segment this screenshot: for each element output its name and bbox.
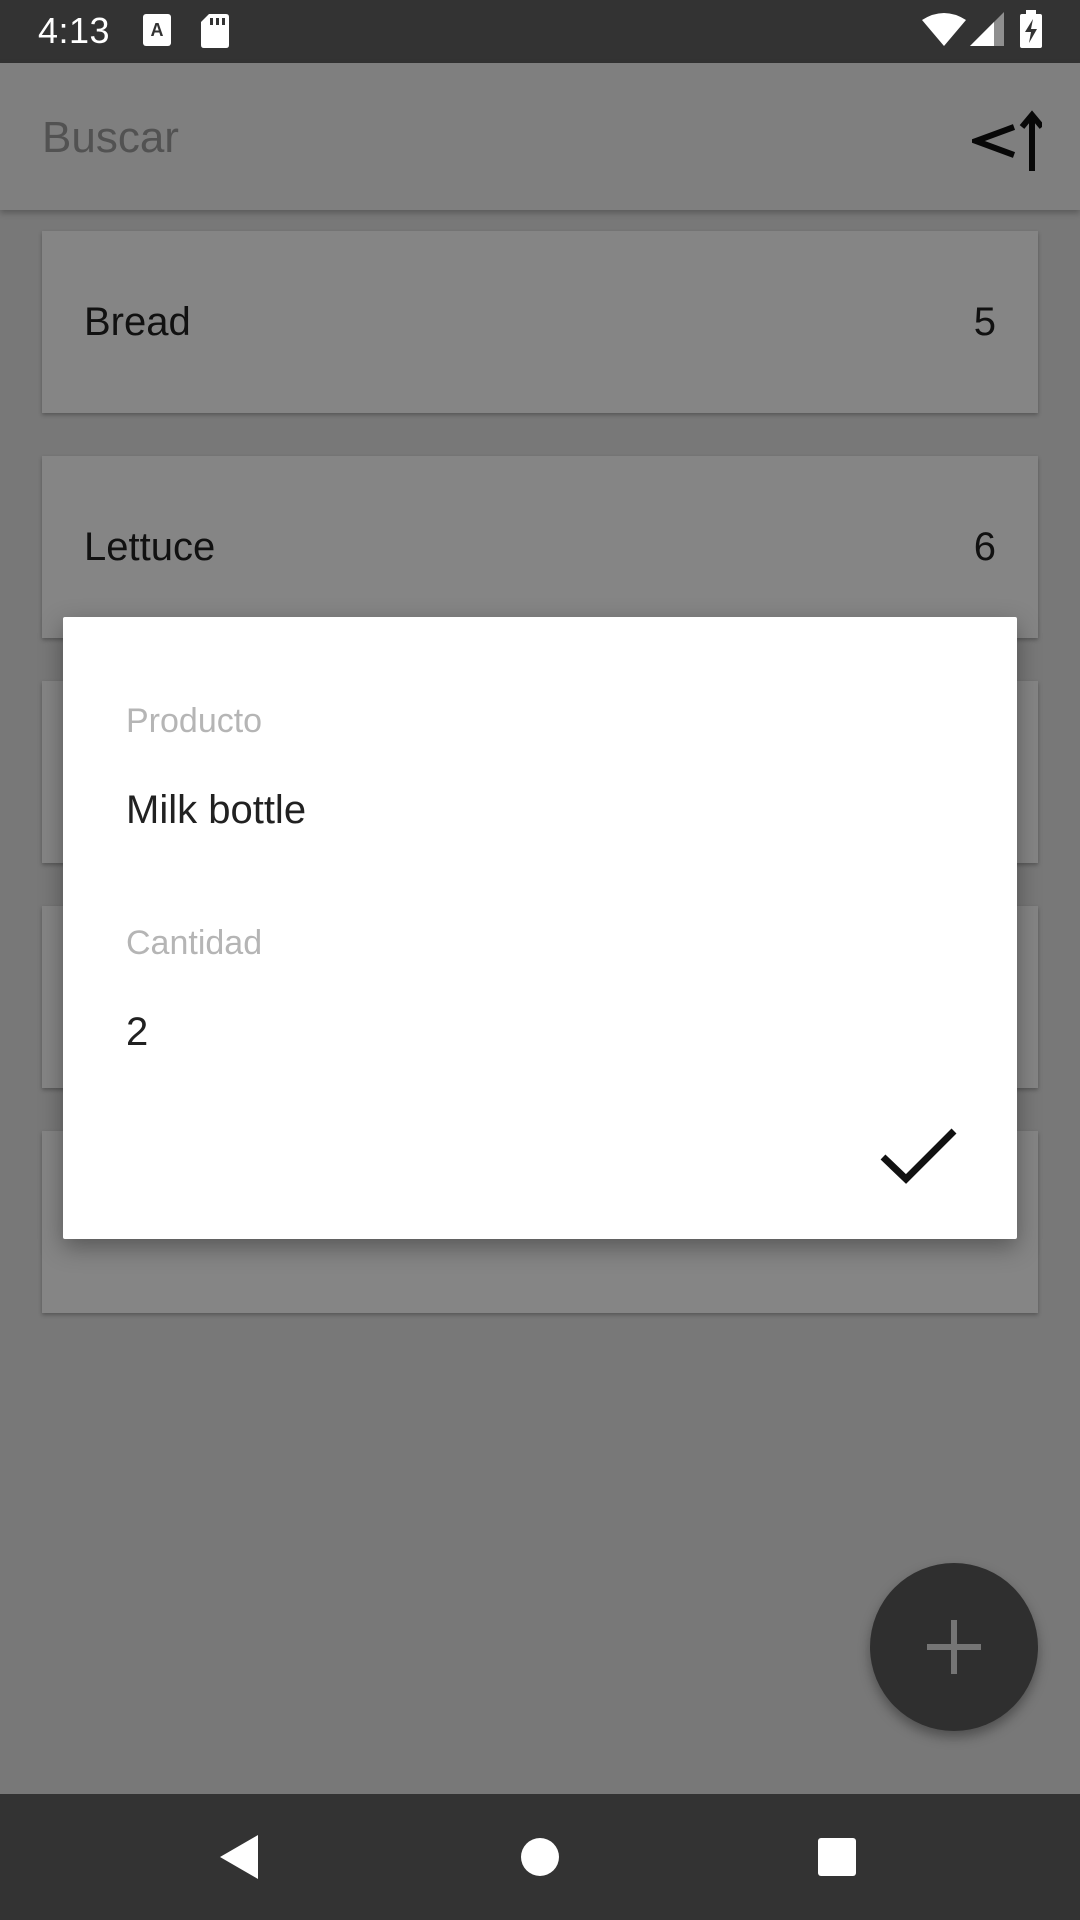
edit-item-dialog: Producto Milk bottle Cantidad 2 xyxy=(63,617,1017,1239)
text-a-icon: A xyxy=(143,14,171,46)
status-time: 4:13 xyxy=(38,10,111,51)
svg-text:A: A xyxy=(151,20,164,40)
nav-bar xyxy=(0,1794,1080,1920)
check-icon xyxy=(880,1128,957,1184)
quantity-field[interactable]: 2 xyxy=(126,1010,148,1055)
recents-button[interactable] xyxy=(807,1827,867,1887)
confirm-button[interactable] xyxy=(863,1111,983,1201)
sd-card-icon xyxy=(201,14,229,48)
back-button[interactable] xyxy=(212,1827,272,1887)
wifi-icon xyxy=(922,13,966,46)
product-field[interactable]: Milk bottle xyxy=(126,788,306,833)
recents-icon xyxy=(818,1838,856,1876)
status-bar: 4:13 A xyxy=(0,0,1080,63)
battery-charging-icon xyxy=(1020,10,1042,48)
quantity-label: Cantidad xyxy=(126,924,263,962)
home-icon xyxy=(521,1838,559,1876)
signal-icon xyxy=(970,12,1004,46)
product-label: Producto xyxy=(126,702,263,740)
back-icon xyxy=(220,1835,258,1879)
home-button[interactable] xyxy=(510,1827,570,1887)
